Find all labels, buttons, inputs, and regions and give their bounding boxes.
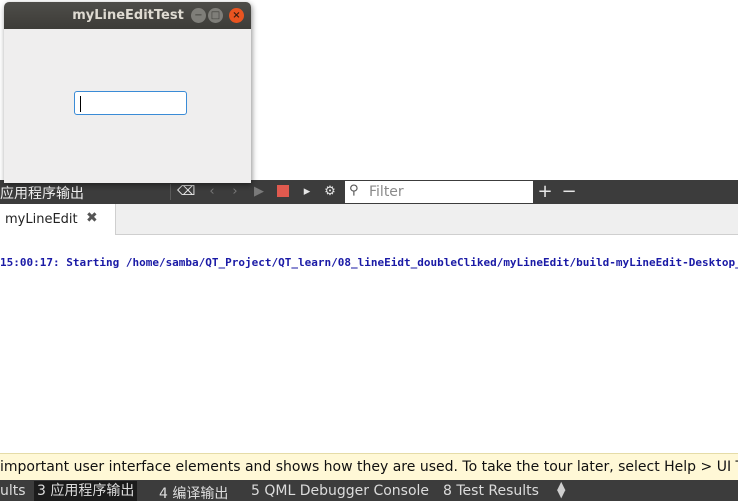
gear-icon[interactable]: ⚙ (321, 182, 339, 202)
tab-label: myLineEdit (5, 212, 78, 227)
desktop: 应用程序输出 ⌫ ‹ › ▶ ▸ ⚙ ⚲ + − myLineEdit ✖ 15… (0, 0, 738, 501)
filter-field[interactable]: ⚲ (345, 181, 533, 203)
toolbar-separator (170, 184, 171, 200)
line-edit[interactable] (74, 91, 187, 115)
plus-icon[interactable]: + (536, 180, 554, 204)
text-cursor (80, 96, 81, 112)
filter-input[interactable] (369, 182, 529, 202)
output-line: 15:00:17: Starting /home/samba/QT_Projec… (0, 256, 738, 269)
stop-icon[interactable] (277, 185, 289, 197)
tab-mylineedit[interactable]: myLineEdit ✖ (0, 204, 116, 235)
maximize-icon[interactable]: □ (208, 8, 223, 23)
banner-text: important user interface elements and sh… (0, 459, 738, 475)
output-tabstrip: myLineEdit ✖ (0, 204, 738, 235)
bottom-tab-search-results[interactable]: ults (0, 483, 26, 499)
pane-title: 应用程序输出 (0, 186, 84, 202)
window-title: myLineEditTest (72, 8, 184, 23)
play-icon[interactable]: ▶ (250, 182, 268, 202)
close-icon[interactable]: × (229, 8, 244, 23)
chevron-right-icon[interactable]: › (226, 182, 244, 202)
bottom-tab-compile-output[interactable]: 4 编译输出 (159, 483, 228, 501)
close-tab-icon[interactable]: ✖ (86, 210, 98, 226)
app-window: myLineEditTest − □ × (4, 2, 251, 183)
chevron-updown-icon[interactable]: ▲ ▼ (557, 480, 565, 499)
window-titlebar[interactable]: myLineEditTest − □ × (4, 2, 251, 29)
output-pane-bar: ults 3 应用程序输出 4 编译输出 5 QML Debugger Cons… (0, 480, 738, 501)
search-icon: ⚲ (349, 183, 359, 198)
application-output[interactable]: 15:00:17: Starting /home/samba/QT_Projec… (0, 235, 738, 453)
minus-icon[interactable]: − (560, 180, 578, 204)
output-pane-toolbar: 应用程序输出 ⌫ ‹ › ▶ ▸ ⚙ ⚲ + − (0, 180, 738, 204)
bottom-tab-test-results[interactable]: 8 Test Results (443, 483, 539, 499)
ui-tour-banner: important user interface elements and sh… (0, 453, 738, 480)
attach-debugger-icon[interactable]: ▸ (298, 182, 316, 202)
minimize-icon[interactable]: − (191, 8, 206, 23)
clean-icon[interactable]: ⌫ (177, 182, 195, 202)
bottom-tab-qml-debugger-console[interactable]: 5 QML Debugger Console (251, 483, 429, 499)
bottom-tab-application-output[interactable]: 3 应用程序输出 (34, 481, 138, 501)
chevron-left-icon[interactable]: ‹ (203, 182, 221, 202)
